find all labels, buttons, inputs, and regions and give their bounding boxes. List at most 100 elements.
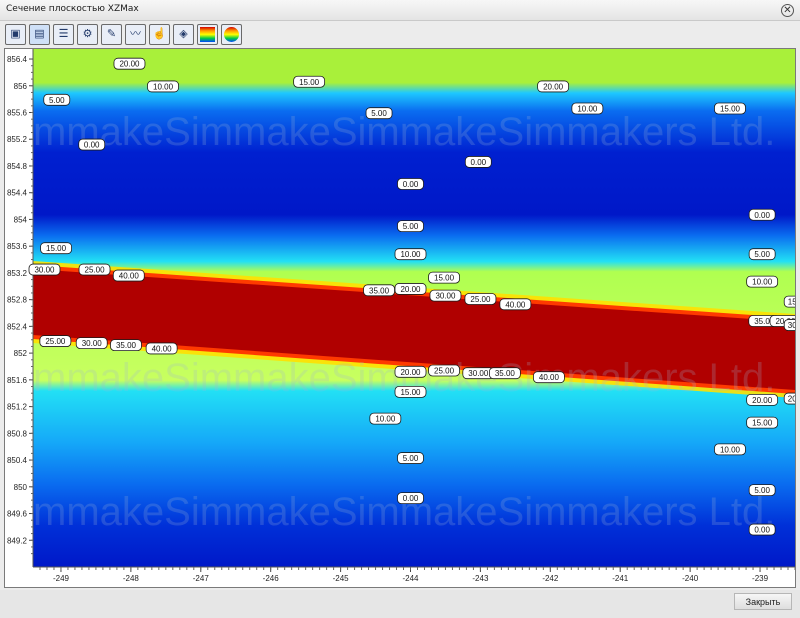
contour-label-text: 20.00 xyxy=(400,368,421,377)
contour-label: 40.00 xyxy=(145,342,178,355)
x-tick-label: -247 xyxy=(193,574,210,583)
save-button[interactable]: ▣ xyxy=(5,24,26,45)
contour-label-text: 0.00 xyxy=(84,141,100,150)
contour-label: 15.00 xyxy=(428,271,460,284)
contour-label: 15 xyxy=(783,295,800,308)
contour-label: 20.00 xyxy=(537,80,570,93)
palette-gradient-button[interactable] xyxy=(197,24,218,45)
contour-label: 15.00 xyxy=(746,416,779,429)
contour-label: 25.00 xyxy=(428,364,460,377)
contour-label: 25.00 xyxy=(78,263,111,276)
y-tick-label: 853.6 xyxy=(7,242,28,251)
x-tick-label: -241 xyxy=(612,574,629,583)
contour-label: 15.00 xyxy=(293,75,326,88)
contour-label-text: 15 xyxy=(788,298,795,307)
contour-label-text: 5.00 xyxy=(403,454,419,463)
pointer-icon: ☝ xyxy=(152,28,167,40)
contour-label-text: 40.00 xyxy=(152,344,173,353)
contour-label-text: 25.00 xyxy=(470,295,491,304)
contour-label: 0.00 xyxy=(397,492,424,505)
contour-label: 5.00 xyxy=(43,93,71,106)
contour-label-text: 15.00 xyxy=(46,244,67,253)
close-window-icon[interactable]: ✕ xyxy=(781,4,794,17)
contour-label-text: 0.00 xyxy=(403,180,419,189)
contour-label: 30 xyxy=(783,319,800,331)
contour-label-text: 35.00 xyxy=(116,341,137,350)
y-tick-label: 850.4 xyxy=(7,456,28,465)
draw-button[interactable]: ✎ xyxy=(101,24,122,45)
contour-plot-svg[interactable]: mmakeSimmakeSimmakeSimmakers Ltd. mmakeS… xyxy=(5,49,800,587)
contour-label-text: 35.00 xyxy=(495,369,516,378)
x-tick-label: -242 xyxy=(542,574,559,583)
contour-label: 30.00 xyxy=(28,263,61,276)
contour-label-text: 5.00 xyxy=(403,222,419,231)
y-tick-label: 852.4 xyxy=(7,322,28,331)
contour-label: 30.00 xyxy=(75,337,108,349)
y-tick-label: 856.4 xyxy=(7,55,28,64)
contour-label-text: 40.00 xyxy=(539,373,560,382)
palette-circle-button[interactable] xyxy=(221,24,242,45)
legend-button[interactable]: ☰ xyxy=(53,24,74,45)
contour-label-text: 25.00 xyxy=(85,266,106,275)
layers-icon: ◈ xyxy=(179,28,188,40)
toolbar: ▣ ▤ ☰ ⚙ ✎ 〰 ☝ ◈ xyxy=(0,21,800,48)
contour-label: 35.00 xyxy=(110,339,142,351)
window-title: Сечение плоскостью XZMax xyxy=(6,4,139,14)
y-tick-label: 852.8 xyxy=(7,296,28,305)
contour-label-text: 20.00 xyxy=(400,285,421,294)
draw-icon: ✎ xyxy=(106,28,117,40)
contour-label-text: 10.00 xyxy=(400,250,421,259)
contour-label: 15.00 xyxy=(394,385,427,398)
close-button[interactable]: Закрыть xyxy=(734,593,792,610)
contour-label: 5.00 xyxy=(748,248,776,261)
contour-label-text: 15.00 xyxy=(720,104,741,113)
contour-label-text: 20.00 xyxy=(752,396,773,405)
y-tick-label: 849.6 xyxy=(7,510,28,519)
y-tick-label: 855.6 xyxy=(7,108,28,117)
settings-button[interactable]: ⚙ xyxy=(77,24,98,45)
contour-label-text: 10.00 xyxy=(153,82,174,91)
contour-label-text: 5.00 xyxy=(754,250,770,259)
contour-label: 0.00 xyxy=(397,178,424,190)
contour-label: 30.00 xyxy=(429,289,462,302)
contour-label: 20.00 xyxy=(394,283,427,295)
title-bar: Сечение плоскостью XZMax ✕ xyxy=(0,0,800,21)
contour-label: 10.00 xyxy=(571,102,604,115)
settings-icon: ⚙ xyxy=(82,28,93,40)
y-tick-label: 850 xyxy=(14,483,28,492)
contour-label-text: 30.00 xyxy=(435,292,456,301)
contour-label-text: 15.00 xyxy=(299,78,320,87)
contour-label: 40.00 xyxy=(112,269,145,282)
layers-button[interactable]: ◈ xyxy=(173,24,194,45)
contour-label: 5.00 xyxy=(748,484,776,497)
contour-label: 25.00 xyxy=(39,335,72,347)
y-tick-label: 854.8 xyxy=(7,162,28,171)
contour-label: 15.00 xyxy=(40,242,72,255)
contour-label-text: 0.00 xyxy=(471,158,487,167)
palette-circle-icon xyxy=(224,27,239,42)
contour-label: 35.00 xyxy=(363,284,395,297)
contour-label-text: 30 xyxy=(788,321,795,330)
x-tick-label: -244 xyxy=(402,574,419,583)
y-tick-label: 851.2 xyxy=(7,403,28,412)
copy-icon: ▤ xyxy=(34,28,45,40)
contour-label: 20.00 xyxy=(394,365,427,378)
copy-button[interactable]: ▤ xyxy=(29,24,50,45)
section-plot[interactable]: mmakeSimmakeSimmakeSimmakers Ltd. mmakeS… xyxy=(4,48,800,588)
y-tick-label: 854.4 xyxy=(7,189,28,198)
contour-label: 0.00 xyxy=(748,208,776,221)
contour-label-text: 0.00 xyxy=(754,211,770,220)
pointer-button[interactable]: ☝ xyxy=(149,24,170,45)
contour-label: 20.00 xyxy=(113,57,146,70)
legend-icon: ☰ xyxy=(58,28,69,40)
contour-label-text: 30.00 xyxy=(468,369,489,378)
chart-button[interactable]: 〰 xyxy=(125,24,146,45)
contour-label: 35.00 xyxy=(488,367,521,380)
contour-label: 10.00 xyxy=(369,412,402,425)
x-axis-ticks: -249 -248 -247 -246 -245 -244 -243 -242 -241 -240… xyxy=(39,567,796,583)
contour-label: 20.00 xyxy=(746,394,779,406)
x-tick-label: -245 xyxy=(333,574,350,583)
palette-gradient-icon xyxy=(200,27,215,42)
contour-label: 5.00 xyxy=(365,107,393,120)
contour-label-text: 0.00 xyxy=(403,494,419,503)
